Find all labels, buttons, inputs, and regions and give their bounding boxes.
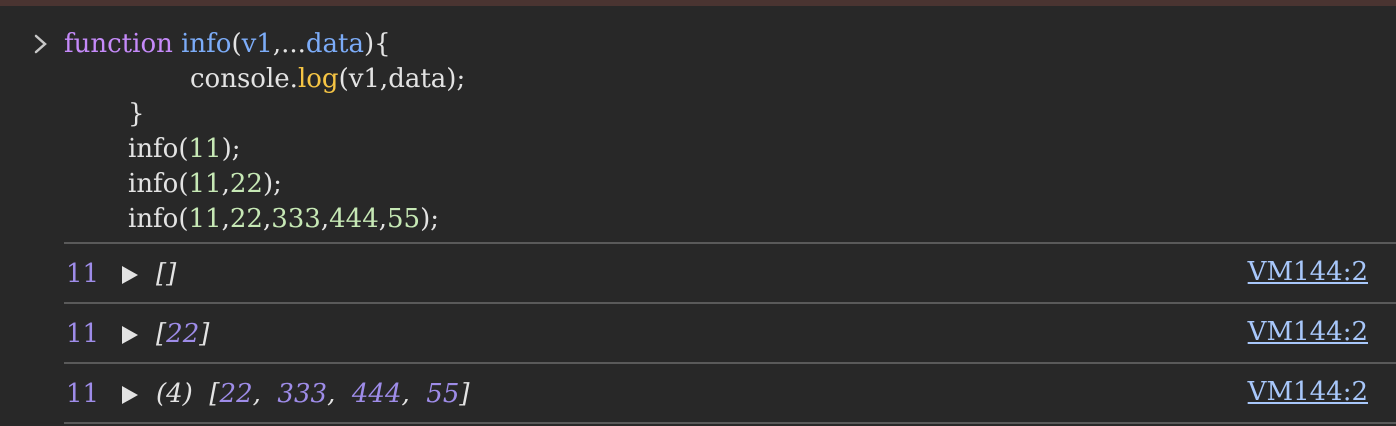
triangle-right-icon[interactable] bbox=[122, 386, 138, 404]
function-name: info bbox=[181, 29, 232, 59]
log-args: (v1,data); bbox=[338, 64, 466, 94]
triangle-right-icon[interactable] bbox=[122, 266, 138, 284]
code-line-2: console.log(v1,data); bbox=[190, 63, 465, 95]
array-preview[interactable]: (4) [22, 333, 444, 55] bbox=[156, 378, 470, 410]
array-preview[interactable]: [] bbox=[156, 258, 176, 290]
console-object: console. bbox=[190, 64, 298, 94]
code-line-6: info(11,22,333,444,55); bbox=[128, 203, 439, 235]
code-line-4: info(11); bbox=[128, 133, 240, 165]
source-link[interactable]: VM144:2 bbox=[1248, 376, 1368, 408]
paren-open: ( bbox=[231, 29, 242, 59]
console-log-row: 11 [22] VM144:2 bbox=[0, 304, 1396, 362]
source-link[interactable]: VM144:2 bbox=[1248, 316, 1368, 348]
comma: , bbox=[262, 204, 272, 234]
bracket-close: ] bbox=[166, 259, 177, 289]
arg-number: 11 bbox=[188, 204, 222, 234]
keyword-function: function bbox=[64, 29, 173, 59]
bracket-open: [ bbox=[156, 319, 167, 349]
array-item: 55 bbox=[426, 379, 460, 409]
call-info: info( bbox=[128, 169, 189, 199]
arg-number: 11 bbox=[188, 169, 222, 199]
code-line-3: } bbox=[128, 98, 145, 130]
call-info: info( bbox=[128, 204, 189, 234]
log-value: 11 bbox=[66, 379, 100, 409]
bracket-open: [ bbox=[209, 379, 220, 409]
console-log-row: 11 (4) [22, 333, 444, 55] VM144:2 bbox=[0, 364, 1396, 422]
comma: , bbox=[320, 204, 330, 234]
rest-operator: ,... bbox=[272, 29, 306, 59]
log-method: log bbox=[297, 64, 339, 94]
brace-close: } bbox=[128, 99, 145, 129]
comma: , bbox=[221, 169, 230, 199]
call-end: ); bbox=[221, 134, 241, 164]
code-line-1: function info(v1,...data){ bbox=[64, 28, 391, 60]
bracket-close: ] bbox=[199, 319, 210, 349]
arg-number: 444 bbox=[329, 204, 379, 234]
arg-number: 22 bbox=[229, 169, 263, 199]
call-info: info( bbox=[128, 134, 189, 164]
bracket-close: ] bbox=[459, 379, 470, 409]
window-top-bar bbox=[0, 0, 1396, 6]
source-link[interactable]: VM144:2 bbox=[1248, 256, 1368, 288]
array-item: 22 bbox=[219, 379, 253, 409]
arg-number: 55 bbox=[387, 204, 421, 234]
param-v1: v1 bbox=[241, 29, 273, 59]
arg-number: 11 bbox=[188, 134, 222, 164]
array-preview[interactable]: [22] bbox=[156, 318, 209, 350]
comma: , bbox=[221, 204, 230, 234]
triangle-right-icon[interactable] bbox=[122, 326, 138, 344]
array-item: 22 bbox=[166, 319, 200, 349]
call-end: ); bbox=[262, 169, 282, 199]
code-line-5: info(11,22); bbox=[128, 168, 282, 200]
divider bbox=[64, 422, 1396, 424]
console-log-row: 11 [] VM144:2 bbox=[0, 244, 1396, 302]
param-data: data bbox=[305, 29, 364, 59]
bracket-open: [ bbox=[156, 259, 167, 289]
array-length: (4) bbox=[156, 379, 193, 409]
array-item: 333 bbox=[277, 379, 328, 409]
arg-number: 22 bbox=[229, 204, 263, 234]
call-end: ); bbox=[420, 204, 440, 234]
log-value: 11 bbox=[66, 319, 100, 349]
paren-close: ){ bbox=[364, 29, 391, 59]
log-value: 11 bbox=[66, 259, 100, 289]
arg-number: 333 bbox=[271, 204, 321, 234]
comma: , bbox=[378, 204, 388, 234]
array-item: 444 bbox=[351, 379, 402, 409]
chevron-right-icon bbox=[34, 34, 47, 54]
